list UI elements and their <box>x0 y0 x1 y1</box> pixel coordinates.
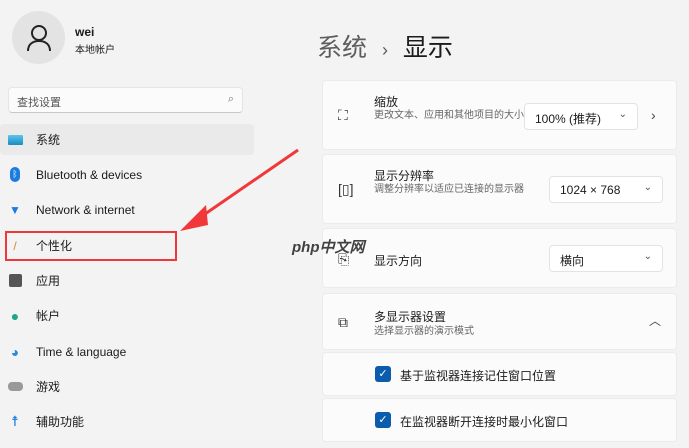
breadcrumb: 系统 › 显示 <box>317 28 453 64</box>
resolution-value: 1024 × 768 <box>560 183 621 197</box>
orientation-dropdown[interactable]: 横向 ⌄ <box>549 245 663 272</box>
multi-display-card[interactable]: ⧉ 多显示器设置 选择显示器的演示模式 ︿ <box>322 293 677 350</box>
globe-clock-icon: ◕ <box>10 343 20 360</box>
sidebar-item-label: Bluetooth & devices <box>36 167 143 182</box>
search-icon: ⌕ <box>227 93 234 105</box>
resolution-card: [▯] 显示分辨率 调整分辨率以适应已连接的显示器 1024 × 768 ⌄ <box>322 154 677 224</box>
multi-display-title: 多显示器设置 <box>374 310 447 324</box>
accessibility-icon: ☨ <box>11 413 19 429</box>
annotation-arrow <box>180 148 299 231</box>
sidebar-item-apps[interactable]: 应用 <box>0 265 254 296</box>
chevron-up-icon[interactable]: ︿ <box>649 312 661 329</box>
scale-icon: ⛶ <box>338 107 348 123</box>
page-title: 显示 <box>402 34 453 62</box>
chevron-down-icon: ⌄ <box>618 109 627 120</box>
sidebar-item-label: Time & language <box>36 344 127 359</box>
search-input[interactable]: 查找设置 ⌕ <box>8 87 243 113</box>
resolution-dropdown[interactable]: 1024 × 768 ⌄ <box>549 176 663 203</box>
chevron-down-icon: ⌄ <box>643 182 652 193</box>
sidebar-item-label: 游戏 <box>36 380 61 394</box>
multi-monitor-icon: ⧉ <box>338 314 348 330</box>
orientation-card: ⎘ 显示方向 横向 ⌄ <box>322 228 677 288</box>
account-type: 本地帐户 <box>75 45 115 56</box>
option-row: ✓ 基于监视器连接记住窗口位置 <box>322 352 677 396</box>
resolution-desc: 调整分辨率以适应已连接的显示器 <box>374 184 524 195</box>
sidebar-item-label: 帐户 <box>36 309 61 323</box>
remember-window-checkbox[interactable]: ✓ <box>375 366 391 382</box>
scale-desc: 更改文本、应用和其他项目的大小 <box>374 110 524 121</box>
sidebar-item-accessibility[interactable]: ☨ 辅助功能 <box>0 406 254 437</box>
bluetooth-icon: ᛒ <box>7 167 23 182</box>
minimize-window-checkbox[interactable]: ✓ <box>375 412 391 428</box>
breadcrumb-parent[interactable]: 系统 <box>317 34 367 62</box>
orientation-title: 显示方向 <box>374 254 423 268</box>
watermark: php中文网 <box>292 239 365 256</box>
scale-dropdown[interactable]: 100% (推荐) ⌄ <box>524 103 638 130</box>
sidebar-item-time-language[interactable]: ◕ Time & language <box>0 336 254 367</box>
sidebar-item-accounts[interactable]: ● 帐户 <box>0 300 254 331</box>
person-icon: ● <box>10 307 20 324</box>
chevron-down-icon: ⌄ <box>643 251 652 262</box>
chevron-right-icon[interactable]: › <box>651 107 656 123</box>
option-label: 基于监视器连接记住窗口位置 <box>400 369 557 383</box>
avatar[interactable] <box>12 11 65 64</box>
person-icon <box>26 24 51 51</box>
gamepad-icon <box>7 382 23 391</box>
multi-display-desc: 选择显示器的演示模式 <box>374 326 474 337</box>
monitor-icon <box>7 134 23 145</box>
option-row: ✓ 在监视器断开连接时最小化窗口 <box>322 398 677 442</box>
sidebar-item-label: 辅助功能 <box>36 415 85 429</box>
resolution-title: 显示分辨率 <box>374 169 435 183</box>
sidebar-item-gaming[interactable]: 游戏 <box>0 371 254 402</box>
breadcrumb-separator: › <box>381 40 388 60</box>
scale-value: 100% (推荐) <box>535 112 602 126</box>
scale-title: 缩放 <box>374 95 399 109</box>
highlight-box <box>5 231 177 261</box>
sidebar-item-label: Network & internet <box>36 202 135 217</box>
sidebar-item-label: 应用 <box>36 274 61 288</box>
option-label: 在监视器断开连接时最小化窗口 <box>400 415 569 429</box>
resolution-icon: [▯] <box>338 181 354 197</box>
apps-icon <box>7 274 23 287</box>
user-name: wei <box>75 25 95 39</box>
sidebar-item-label: 系统 <box>36 133 61 147</box>
wifi-icon: ▼ <box>9 202 21 217</box>
scale-card[interactable]: ⛶ 缩放 更改文本、应用和其他项目的大小 100% (推荐) ⌄ › <box>322 80 677 150</box>
search-placeholder: 查找设置 <box>17 97 61 109</box>
orientation-value: 横向 <box>560 254 585 268</box>
